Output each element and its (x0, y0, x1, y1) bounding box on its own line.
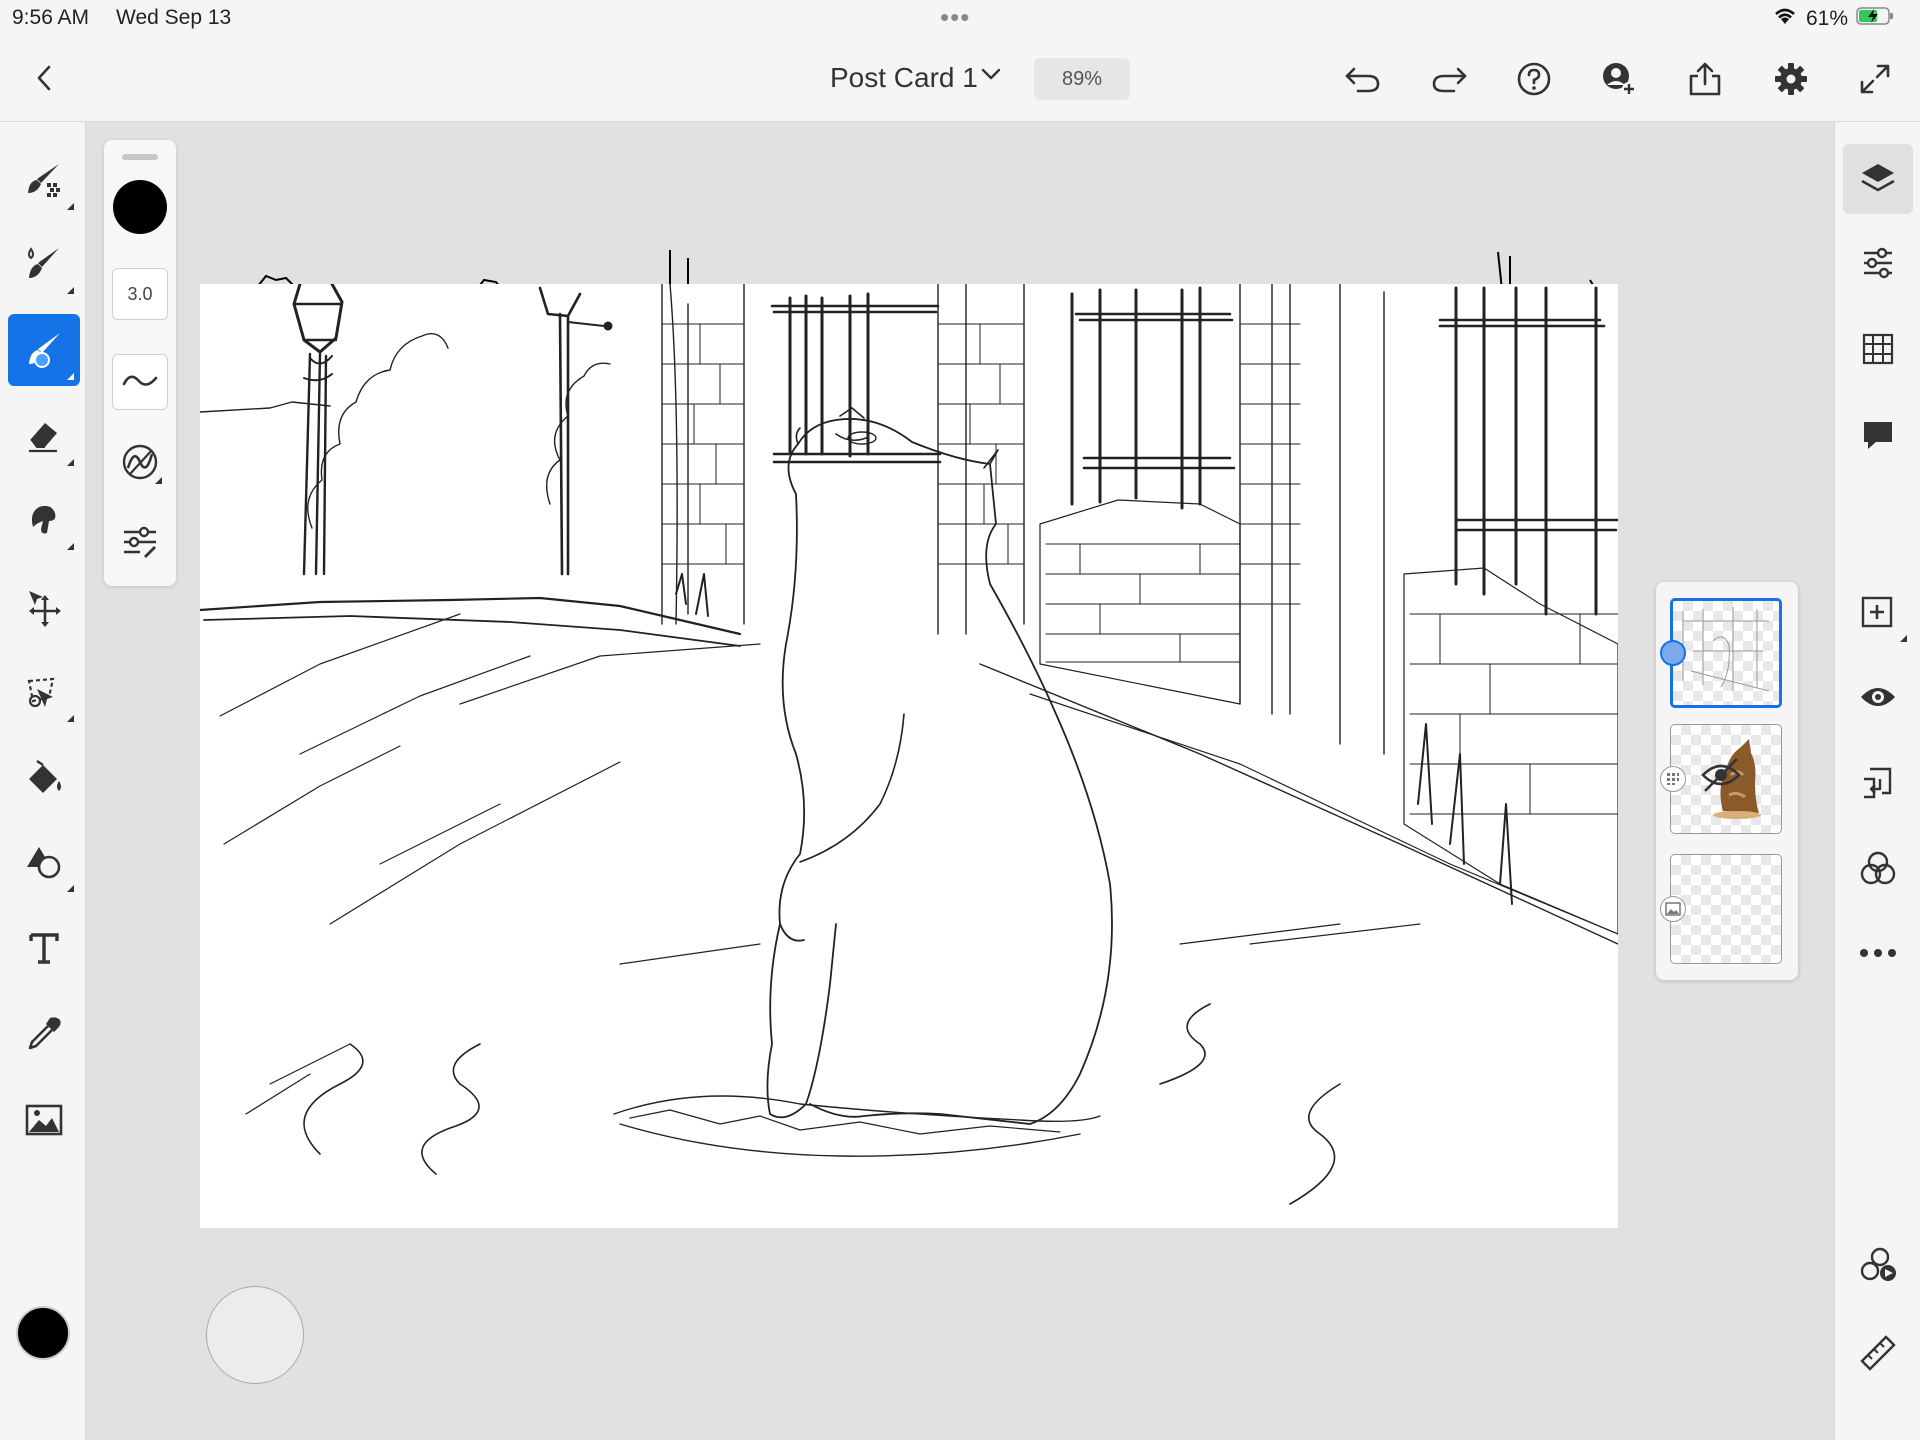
layer-thumb-cat-photo[interactable] (1670, 724, 1782, 834)
shapes-icon[interactable] (8, 826, 80, 898)
image-layer-icon[interactable] (1660, 896, 1686, 922)
share-icon[interactable] (1684, 58, 1726, 100)
comments-icon[interactable] (1843, 400, 1913, 470)
status-date: Wed Sep 13 (116, 6, 232, 29)
brush-settings-panel: 3.0 (104, 140, 176, 586)
current-color-swatch[interactable] (16, 1306, 70, 1360)
ruler-icon[interactable] (1843, 1316, 1913, 1386)
add-layer-icon[interactable] (1843, 578, 1913, 648)
text-tool-icon[interactable] (8, 912, 80, 984)
multitasking-dots-icon[interactable]: ••• (940, 2, 970, 33)
smudge-icon[interactable] (8, 484, 80, 556)
layer-properties-icon[interactable] (1843, 228, 1913, 298)
grid-icon[interactable] (1843, 314, 1913, 384)
blend-mode-icon[interactable] (1843, 834, 1913, 904)
pixel-brush-icon[interactable] (8, 144, 80, 216)
right-toolbar (1834, 122, 1920, 1440)
title-dropdown-chevron-icon[interactable] (980, 66, 1002, 87)
touch-shortcut-button[interactable] (206, 1286, 304, 1384)
pressure-icon[interactable] (112, 434, 168, 490)
vector-brush-icon[interactable] (8, 314, 80, 386)
layer-thumb-sketch[interactable] (1670, 598, 1782, 708)
help-icon[interactable] (1513, 58, 1555, 100)
smoothing-icon[interactable] (112, 354, 168, 410)
fullscreen-icon[interactable] (1854, 58, 1896, 100)
status-time: 9:56 AM (12, 6, 90, 29)
layers-icon[interactable] (1843, 144, 1913, 214)
panel-drag-handle[interactable] (122, 154, 158, 160)
visibility-eye-icon[interactable] (1843, 662, 1913, 732)
redo-icon[interactable] (1428, 58, 1470, 100)
left-toolbar (0, 122, 86, 1440)
document-title[interactable]: Post Card 1 (830, 62, 978, 94)
eraser-icon[interactable] (8, 400, 80, 472)
battery-percent: 61% (1805, 7, 1848, 30)
drawing-canvas[interactable] (200, 284, 1618, 1228)
zoom-level[interactable]: 89% (1034, 58, 1130, 100)
status-bar: 9:56 AM Wed Sep 13 ••• 61% (0, 0, 1920, 36)
active-dot-icon[interactable] (1660, 640, 1686, 666)
livestream-icon[interactable] (1843, 1230, 1913, 1300)
selection-lasso-icon[interactable] (8, 656, 80, 728)
brush-size-value[interactable]: 3.0 (112, 268, 168, 320)
brush-color-icon[interactable] (113, 180, 167, 234)
layers-panel (1656, 582, 1798, 980)
eyedropper-icon[interactable] (8, 998, 80, 1070)
more-options-icon[interactable] (1843, 918, 1913, 988)
import-icon[interactable] (1843, 748, 1913, 818)
brush-settings-icon[interactable] (112, 514, 168, 570)
layer-thumb-image[interactable] (1670, 854, 1782, 964)
invite-user-icon[interactable] (1598, 58, 1640, 100)
image-icon[interactable] (8, 1084, 80, 1156)
wifi-icon (1772, 6, 1798, 32)
pixel-layer-icon[interactable] (1660, 766, 1686, 792)
status-right: 61% (1772, 6, 1896, 32)
undo-icon[interactable] (1342, 58, 1384, 100)
fill-bucket-icon[interactable] (8, 742, 80, 814)
top-bar: Post Card 1 89% (0, 36, 1920, 122)
battery-charging-icon (1856, 6, 1896, 32)
back-chevron-icon[interactable] (26, 60, 62, 96)
transform-icon[interactable] (8, 570, 80, 642)
settings-gear-icon[interactable] (1770, 58, 1812, 100)
live-brush-icon[interactable] (8, 228, 80, 300)
